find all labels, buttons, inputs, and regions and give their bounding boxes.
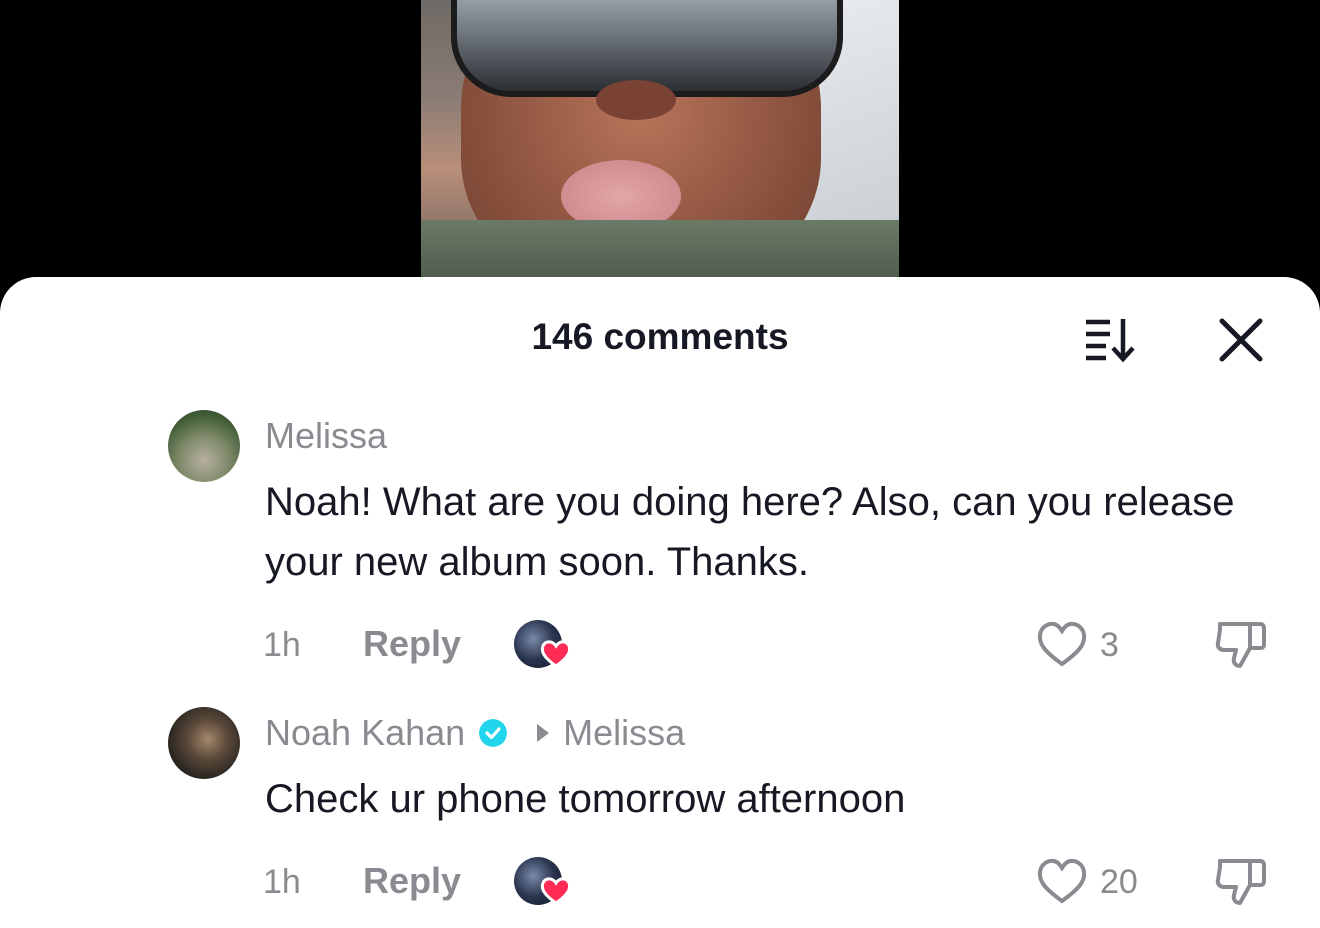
comment-username[interactable]: Melissa bbox=[265, 415, 387, 457]
dislike-icon[interactable] bbox=[1214, 855, 1268, 907]
video-nose bbox=[596, 80, 676, 120]
verified-badge-icon bbox=[479, 719, 508, 747]
avatar[interactable] bbox=[168, 410, 240, 482]
comment-time: 1h bbox=[263, 626, 301, 664]
username-text[interactable]: Melissa bbox=[265, 415, 387, 457]
creator-heart-icon bbox=[540, 640, 572, 668]
like-count: 3 bbox=[1100, 626, 1119, 664]
close-icon[interactable] bbox=[1218, 317, 1264, 363]
username-text[interactable]: Noah Kahan bbox=[265, 712, 465, 754]
creator-liked-badge bbox=[514, 857, 572, 907]
creator-heart-icon bbox=[540, 877, 572, 905]
video-player[interactable] bbox=[421, 0, 899, 280]
dislike-icon[interactable] bbox=[1214, 618, 1268, 670]
creator-liked-badge bbox=[514, 620, 572, 670]
reply-to-username[interactable]: Melissa bbox=[563, 712, 685, 754]
reply-button[interactable]: Reply bbox=[363, 860, 461, 902]
reply-button[interactable]: Reply bbox=[363, 623, 461, 665]
video-jacket bbox=[421, 220, 899, 280]
reply-to-arrow-icon bbox=[537, 724, 550, 742]
heart-outline-icon[interactable] bbox=[1036, 857, 1088, 905]
comment-time: 1h bbox=[263, 863, 301, 901]
sort-icon[interactable] bbox=[1082, 315, 1138, 363]
heart-outline-icon[interactable] bbox=[1036, 620, 1088, 668]
comment-text: Noah! What are you doing here? Also, can… bbox=[265, 480, 1235, 584]
comment-username[interactable]: Noah Kahan Melissa bbox=[265, 712, 685, 754]
avatar[interactable] bbox=[168, 707, 240, 779]
like-count: 20 bbox=[1100, 863, 1138, 901]
comment-text: Check ur phone tomorrow afternoon bbox=[265, 777, 906, 821]
comments-sheet: 146 comments Melissa Noah! What are you … bbox=[0, 277, 1320, 928]
